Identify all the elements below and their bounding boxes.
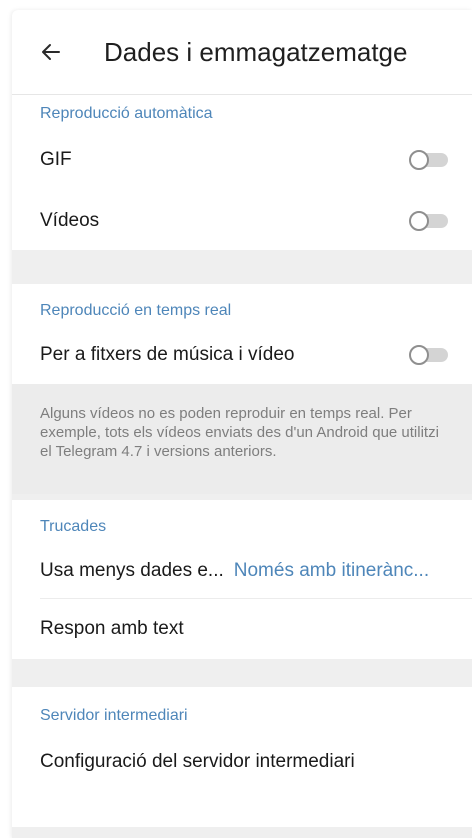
autoplay-header: Reproducció automàtica [40, 105, 213, 122]
gif-row[interactable]: GIF [12, 129, 472, 191]
toggle-knob [409, 150, 429, 170]
proxy-settings-label: Configuració del servidor intermediari [40, 751, 355, 772]
less-data-label: Usa menys dades e... [40, 560, 224, 581]
proxy-settings-row[interactable]: Configuració del servidor intermediari [12, 733, 472, 791]
calls-header: Trucades [40, 518, 107, 535]
toggle-knob [409, 345, 429, 365]
page-title: Dades i emmagatzematge [104, 36, 408, 67]
proxy-section: Servidor intermediari Configuració del s… [12, 687, 472, 827]
calls-section: Trucades Usa menys dades e... Només amb … [12, 500, 472, 659]
reply-text-label: Respon amb text [40, 618, 184, 639]
app-window: Dades i emmagatzematge Reproducció autom… [12, 10, 472, 838]
app-bar: Dades i emmagatzematge [12, 10, 472, 95]
music-video-toggle[interactable] [409, 345, 448, 365]
videos-label: Vídeos [40, 210, 100, 231]
arrow-left-icon [42, 44, 60, 60]
music-video-label: Per a fitxers de música i vídeo [40, 344, 295, 365]
less-data-value: Només amb itinerànc... [233, 560, 430, 581]
streaming-header: Reproducció en temps real [40, 302, 232, 319]
reply-text-row[interactable]: Respon amb text [12, 599, 472, 659]
less-data-row[interactable]: Usa menys dades e... Només amb itinerànc… [12, 544, 472, 598]
section-gap [12, 659, 472, 687]
proxy-header: Servidor intermediari [40, 707, 188, 724]
autoplay-section: Reproducció automàtica GIF Vídeos [12, 95, 472, 250]
back-button[interactable] [36, 37, 66, 67]
section-gap [12, 250, 472, 284]
music-video-row[interactable]: Per a fitxers de música i vídeo [12, 326, 472, 384]
streaming-section: Reproducció en temps real Per a fitxers … [12, 284, 472, 384]
gif-label: GIF [40, 149, 72, 170]
gif-toggle[interactable] [409, 150, 448, 170]
videos-toggle[interactable] [409, 211, 448, 231]
toggle-knob [409, 211, 429, 231]
streaming-note: Alguns vídeos no es poden reproduir en t… [12, 384, 472, 494]
videos-row[interactable]: Vídeos [12, 191, 472, 251]
